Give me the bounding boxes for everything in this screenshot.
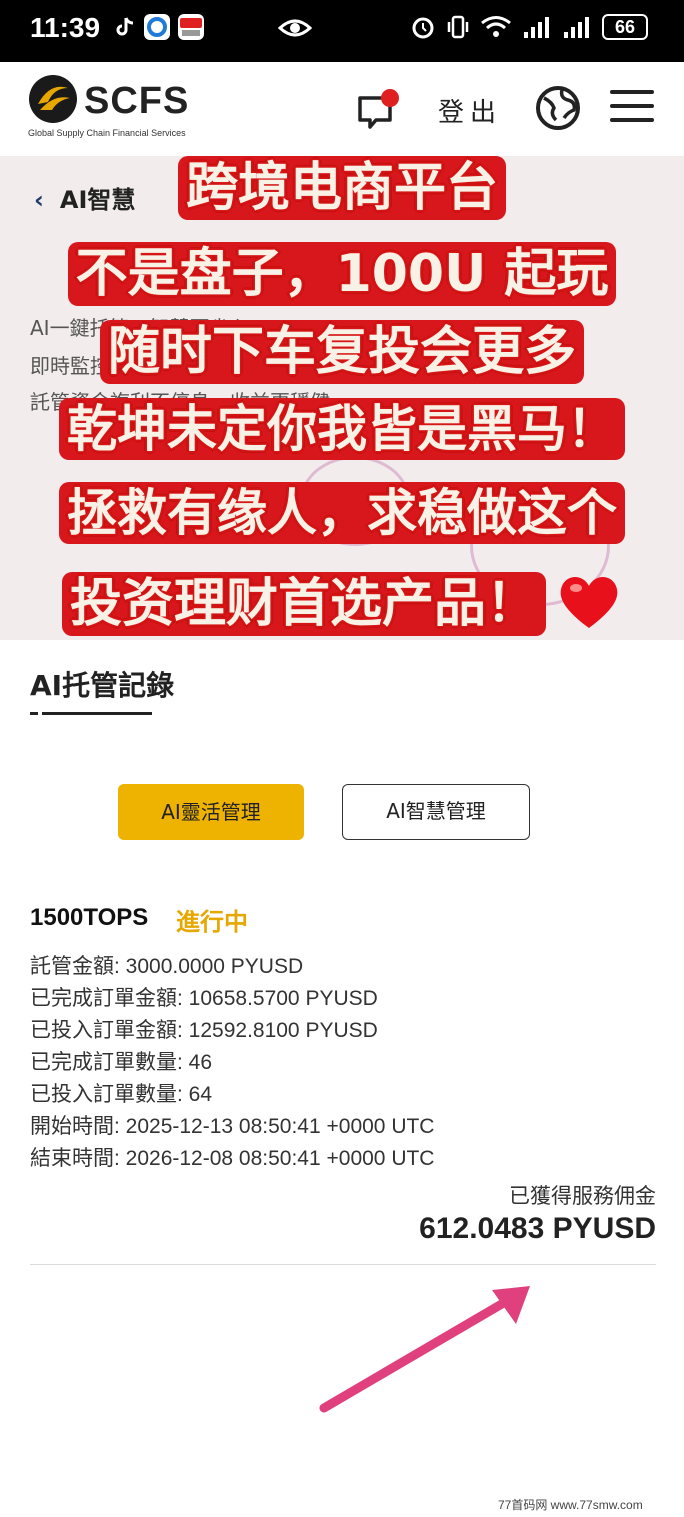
- logo-icon[interactable]: [28, 74, 78, 128]
- detail-completed-count: 已完成訂單數量: 46: [30, 1051, 213, 1074]
- tab-flexible-management[interactable]: AI靈活管理: [118, 784, 304, 840]
- earned-commission-label: 已獲得服務佣金: [509, 1184, 656, 1208]
- language-button[interactable]: [534, 84, 582, 136]
- alarm-icon: [412, 17, 434, 39]
- wifi-icon: [481, 16, 511, 37]
- tab-smart-management[interactable]: AI智慧管理: [342, 784, 530, 840]
- plan-name: 1500TOPS: [30, 904, 149, 931]
- heart-icon: [556, 572, 622, 641]
- eye-icon: [277, 16, 313, 44]
- message-icon: [358, 89, 399, 129]
- status-time: 11:39: [30, 12, 101, 43]
- watermark: 77首码网 www.77smw.com: [498, 1498, 643, 1512]
- signal-icon: [564, 17, 589, 38]
- signal-icon: [524, 17, 549, 38]
- promo-line-2: 不是盘子，100U 起玩: [0, 242, 684, 306]
- status-icons: 66: [410, 14, 648, 40]
- detail-invested-amount: 已投入訂單金額: 12592.8100 PYUSD: [30, 1019, 378, 1042]
- detail-end-time: 結束時間: 2026-12-08 08:50:41 +0000 UTC: [30, 1147, 435, 1170]
- section-title: AI托管記錄: [30, 669, 175, 702]
- promo-line-6: 投资理财首选产品！: [0, 571, 684, 641]
- promo-line-4: 乾坤未定你我皆是黑马！: [0, 398, 684, 460]
- title-underline: [30, 712, 152, 715]
- app-header: SCFS Global Supply Chain Financial Servi…: [0, 62, 684, 156]
- detail-invested-count: 已投入訂單數量: 64: [30, 1083, 213, 1106]
- status-bar: 11:39 66: [0, 0, 684, 62]
- detail-completed-amount: 已完成訂單金額: 10658.5700 PYUSD: [30, 987, 378, 1010]
- arrow-annotation-icon: [316, 1280, 546, 1424]
- tiktok-icon: [112, 14, 138, 40]
- logo-text: SCFS: [84, 80, 190, 122]
- promo-line-5: 拯救有缘人，求稳做这个: [0, 482, 684, 544]
- earned-commission-value: 612.0483 PYUSD: [419, 1212, 656, 1245]
- detail-start-time: 開始時間: 2025-12-13 08:50:41 +0000 UTC: [30, 1115, 435, 1138]
- message-button[interactable]: [354, 88, 400, 134]
- globe-icon: [536, 86, 580, 130]
- promo-line-3: 随时下车复投会更多: [0, 320, 684, 384]
- app-icon: [144, 14, 170, 40]
- battery-icon: 66: [602, 14, 648, 40]
- news-app-icon: [178, 14, 204, 40]
- logout-button[interactable]: 登出: [438, 92, 502, 129]
- promo-line-1: 跨境电商平台: [0, 156, 684, 220]
- vibrate-icon: [447, 15, 469, 39]
- divider: [30, 1264, 656, 1265]
- logo-subtitle: Global Supply Chain Financial Services: [28, 128, 186, 138]
- detail-hosted-amount: 託管金額: 3000.0000 PYUSD: [30, 955, 304, 978]
- status-badge: 進行中: [176, 908, 248, 936]
- menu-icon[interactable]: [610, 90, 654, 126]
